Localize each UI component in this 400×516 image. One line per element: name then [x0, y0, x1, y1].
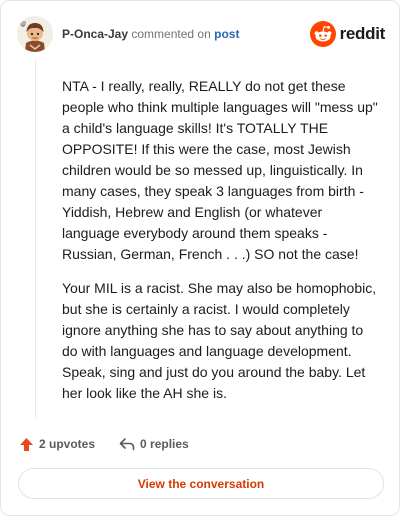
reddit-logo-icon [309, 21, 336, 47]
replies-count: 0 replies [140, 437, 189, 451]
upvote-arrow-icon [20, 437, 33, 451]
user-avatar[interactable] [17, 16, 53, 52]
commented-on-text: commented on [131, 27, 211, 41]
post-link[interactable]: post [214, 27, 239, 41]
thread-line [35, 59, 36, 419]
upvotes-button[interactable]: 2 upvotes [19, 437, 95, 452]
avatar-character-icon [17, 16, 53, 52]
reply-arrow-icon [119, 438, 135, 451]
comment-body: NTA - I really, really, REALLY do not ge… [62, 76, 380, 404]
comment-paragraph: Your MIL is a racist. She may also be ho… [62, 280, 377, 401]
upvotes-count: 2 upvotes [39, 437, 96, 451]
comment-embed-card: P-Onca-Jay commented on post reddit NTA … [0, 0, 400, 516]
comment-header: P-Onca-Jay commented on post reddit [17, 16, 385, 52]
comment-paragraph: NTA - I really, really, REALLY do not ge… [62, 78, 378, 262]
comment-meta: P-Onca-Jay commented on post [62, 27, 239, 41]
replies-button[interactable]: 0 replies [119, 437, 189, 451]
comment-actions: 2 upvotes 0 replies [19, 434, 189, 454]
username-link[interactable]: P-Onca-Jay [62, 27, 128, 41]
reddit-wordmark: reddit [339, 24, 386, 43]
view-conversation-button[interactable]: View the conversation [18, 468, 384, 499]
reddit-brand[interactable]: reddit [309, 21, 386, 47]
